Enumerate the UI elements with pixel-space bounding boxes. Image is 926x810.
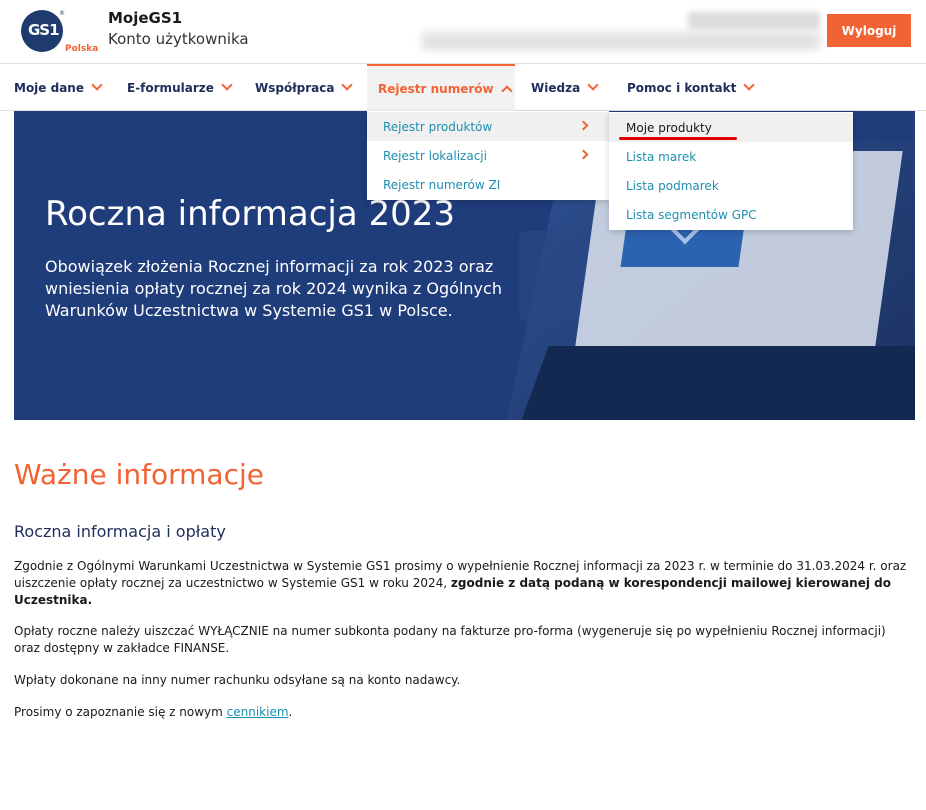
sub-title: Roczna informacja i opłaty [14,522,226,541]
chevron-down-icon [743,79,756,91]
chevron-down-icon [587,79,599,91]
dropdown-item-rejestr-produktow[interactable]: Rejestr produktów [367,112,609,141]
paragraph-text: Opłaty roczne należy uiszczać WYŁĄCZNIE … [14,624,886,655]
hero-text: Obowiązek złożenia Rocznej informacji za… [45,257,502,320]
nav-label: Wiedza [531,80,581,95]
top-header: GS1 ® Polska MojeGS1 Konto użytkownika W… [0,0,926,64]
blurred-user-name [688,12,820,30]
paragraph-cennik: Prosimy o zapoznanie się z nowym cenniki… [14,704,914,721]
chevron-up-icon [500,84,513,97]
paragraph-text: . [288,705,293,719]
submenu-item-label: Lista marek [626,149,697,164]
nav-wspolpraca[interactable]: Współpraca [255,64,354,111]
submenu-item-lista-marek[interactable]: Lista marek [609,142,853,171]
chevron-right-icon [578,149,589,160]
logo-country: Polska [65,44,99,54]
dropdown-item-rejestr-numerow-zi[interactable]: Rejestr numerów ZI [367,170,609,199]
nav-e-formularze[interactable]: E-formularze [127,64,233,111]
section-title: Ważne informacje [14,458,264,491]
paragraph-oplaty: Opłaty roczne należy uiszczać WYŁĄCZNIE … [14,623,914,657]
rejestr-produktow-submenu: Moje produkty Lista marek Lista podmarek… [609,112,853,230]
nav-rejestr-numerow[interactable]: Rejestr numerów [367,64,515,111]
dropdown-item-label: Rejestr produktów [383,119,493,134]
chevron-down-icon [341,79,354,91]
chevron-right-icon [578,120,589,131]
hero-keyboard-image [519,346,915,420]
chevron-down-icon [91,79,103,91]
submenu-item-lista-podmarek[interactable]: Lista podmarek [609,171,853,200]
app-subtitle: Konto użytkownika [108,30,249,48]
dropdown-item-rejestr-lokalizacji[interactable]: Rejestr lokalizacji [367,141,609,170]
cennik-link[interactable]: cennikiem [227,705,289,719]
paragraph-roczna-informacja: Zgodnie z Ogólnymi Warunkami Uczestnictw… [14,558,914,609]
submenu-item-label: Moje produkty [626,120,712,135]
nav-label: E-formularze [127,80,214,95]
nav-label: Pomoc i kontakt [627,80,737,95]
paragraph-text: Prosimy o zapoznanie się z nowym [14,705,227,719]
logo-text: GS1 [28,21,60,39]
submenu-item-lista-segmentow-gpc[interactable]: Lista segmentów GPC [609,200,853,229]
submenu-item-label: Lista podmarek [626,178,719,193]
nav-wiedza[interactable]: Wiedza [531,64,599,111]
main-nav: Moje dane E-formularze Współpraca Rejest… [0,64,926,111]
dropdown-item-label: Rejestr lokalizacji [383,148,487,163]
paragraph-text: Wpłaty dokonane na inny numer rachunku o… [14,673,461,687]
blurred-user-details [422,32,820,50]
chevron-down-icon [221,79,233,91]
highlight-underline [619,137,737,140]
nav-moje-dane[interactable]: Moje dane [14,64,103,111]
app-title: MojeGS1 [108,9,183,27]
logout-button[interactable]: Wyloguj [827,14,911,47]
dropdown-item-label: Rejestr numerów ZI [383,177,501,192]
rejestr-dropdown: Rejestr produktów Rejestr lokalizacji Re… [367,111,609,200]
registered-mark: ® [59,10,65,17]
nav-label: Moje dane [14,80,84,95]
paragraph-wplaty: Wpłaty dokonane na inny numer rachunku o… [14,672,914,689]
nav-label: Rejestr numerów [378,81,494,96]
nav-label: Współpraca [255,80,335,95]
hero-title: Roczna informacja 2023 [45,194,456,234]
gs1-logo[interactable]: GS1 ® Polska [18,8,98,56]
submenu-item-label: Lista segmentów GPC [626,207,757,222]
nav-pomoc-i-kontakt[interactable]: Pomoc i kontakt [627,64,756,111]
